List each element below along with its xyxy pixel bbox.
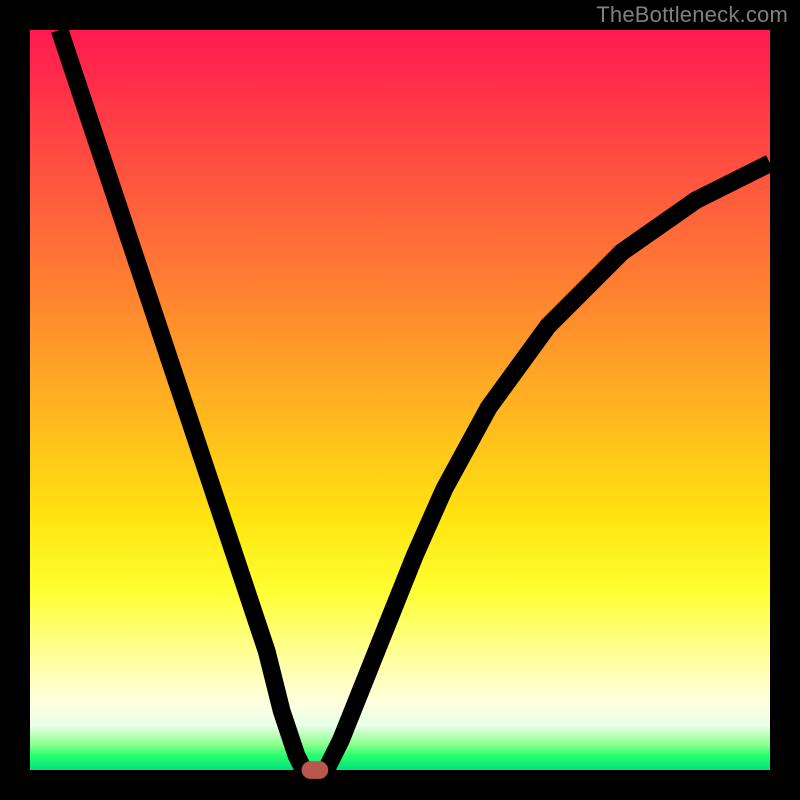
minimum-marker <box>305 765 324 775</box>
plot-area <box>30 30 770 770</box>
chart-svg <box>30 30 770 770</box>
curve-left-branch <box>60 30 304 770</box>
chart-frame: TheBottleneck.com <box>0 0 800 800</box>
curve-right-branch <box>326 163 770 770</box>
watermark-text: TheBottleneck.com <box>596 2 788 28</box>
